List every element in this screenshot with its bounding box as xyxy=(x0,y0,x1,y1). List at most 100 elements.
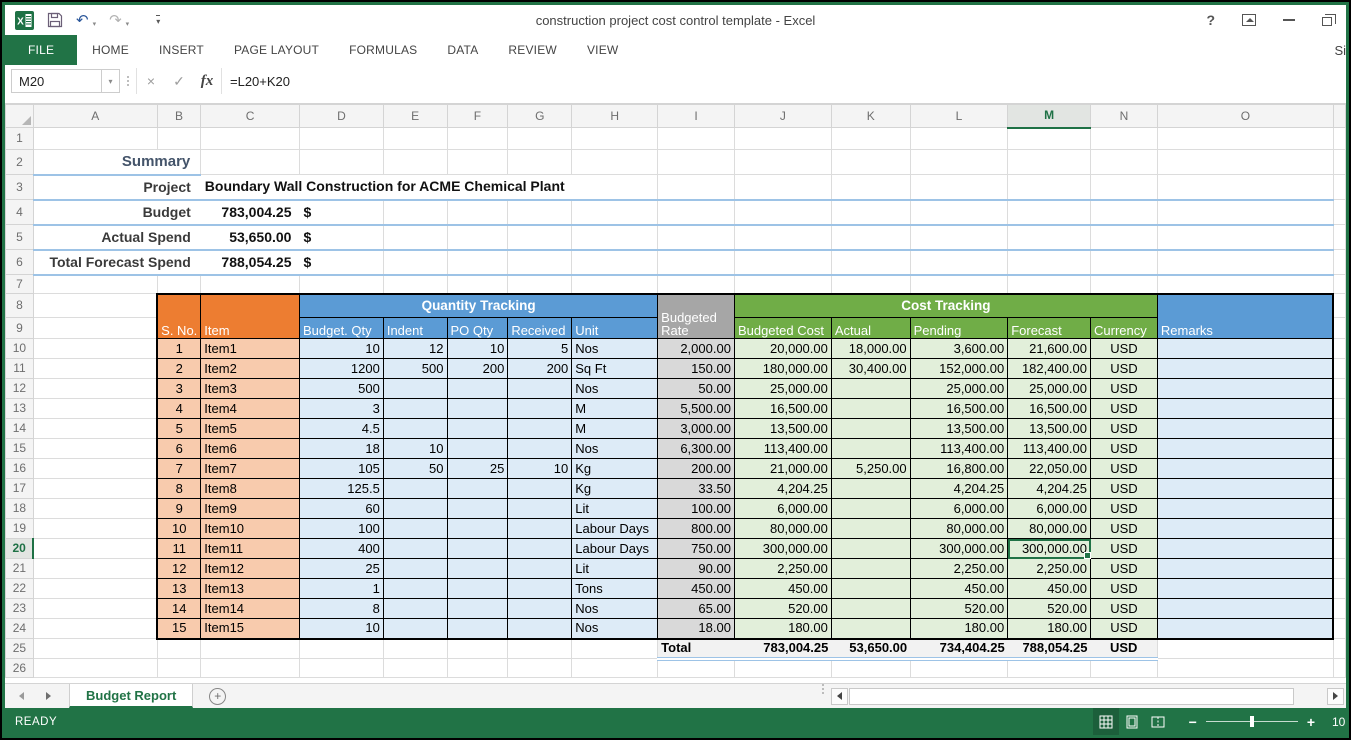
cell-G1[interactable] xyxy=(507,127,573,150)
cell-E14-indent[interactable] xyxy=(382,418,448,439)
col-header-F[interactable]: F xyxy=(446,104,509,128)
cell-M19-forecast[interactable]: 80,000.00 xyxy=(1007,518,1092,539)
cell-L5[interactable] xyxy=(909,224,1009,251)
summary-label-5[interactable]: Actual Spend xyxy=(33,224,201,251)
cell-N6[interactable] xyxy=(1090,249,1158,276)
cell-P18[interactable] xyxy=(1332,498,1346,519)
cell-I7[interactable] xyxy=(657,274,735,294)
cell-A14[interactable] xyxy=(32,418,158,439)
sheet-tab-budget-report[interactable]: Budget Report xyxy=(69,684,194,708)
cell-E23-indent[interactable] xyxy=(382,598,448,619)
cell-K1[interactable] xyxy=(830,127,911,150)
ribbon-tab-page-layout[interactable]: PAGE LAYOUT xyxy=(219,35,334,65)
row-header-3[interactable]: 3 xyxy=(5,174,34,200)
summary-unit-4[interactable]: $ xyxy=(299,199,384,226)
header-remarks[interactable]: Remarks xyxy=(1156,292,1335,339)
scroll-right-icon[interactable] xyxy=(1327,687,1344,705)
cell-F26[interactable] xyxy=(446,658,509,678)
cell-K23-actual[interactable] xyxy=(830,598,911,619)
cell-P25[interactable] xyxy=(1332,638,1346,659)
cell-K13-actual[interactable] xyxy=(830,398,911,419)
cell-O23-remarks[interactable] xyxy=(1156,598,1335,619)
cell-O11-remarks[interactable] xyxy=(1156,358,1335,379)
cell-F10-po-qty[interactable]: 10 xyxy=(446,338,509,359)
subheader-budgeted_cost[interactable]: Budgeted Cost xyxy=(733,317,832,339)
row-header-13[interactable]: 13 xyxy=(5,398,34,419)
cell-J13-budgeted-cost[interactable]: 16,500.00 xyxy=(733,398,832,419)
cell-O19-remarks[interactable] xyxy=(1156,518,1335,539)
cell-I5[interactable] xyxy=(657,224,735,251)
ribbon-tab-formulas[interactable]: FORMULAS xyxy=(334,35,432,65)
cell-O1[interactable] xyxy=(1156,127,1334,150)
cell-M14-forecast[interactable]: 13,500.00 xyxy=(1007,418,1092,439)
cell-P22[interactable] xyxy=(1332,578,1346,599)
cell-L14-pending[interactable]: 13,500.00 xyxy=(909,418,1009,439)
cell-J15-budgeted-cost[interactable]: 113,400.00 xyxy=(733,438,832,459)
cell-H7[interactable] xyxy=(571,274,659,294)
col-header-G[interactable]: G xyxy=(507,104,573,128)
row-header-16[interactable]: 16 xyxy=(5,458,34,479)
row-header-23[interactable]: 23 xyxy=(5,598,34,619)
cell-C17-item[interactable]: Item8 xyxy=(200,478,300,499)
cell-A26[interactable] xyxy=(32,658,158,678)
cell-J3[interactable] xyxy=(733,174,832,201)
cell-E20-indent[interactable] xyxy=(382,538,448,559)
subheader-unit[interactable]: Unit xyxy=(571,317,659,339)
row-header-8[interactable]: 8 xyxy=(5,293,34,318)
cell-K21-actual[interactable] xyxy=(830,558,911,579)
row-header-11[interactable]: 11 xyxy=(5,358,34,379)
cell-L26[interactable] xyxy=(909,658,1009,678)
subheader-received[interactable]: Received xyxy=(507,317,573,339)
cell-J4[interactable] xyxy=(733,199,832,226)
row-header-15[interactable]: 15 xyxy=(5,438,34,459)
cell-B15-sno[interactable]: 6 xyxy=(156,438,202,459)
cell-J7[interactable] xyxy=(733,274,832,294)
cell-N12-currency[interactable]: USD xyxy=(1090,378,1158,399)
total-forecast[interactable]: 788,054.25 xyxy=(1007,638,1091,661)
cell-H18-unit[interactable]: Lit xyxy=(571,498,659,519)
summary-unit-5[interactable]: $ xyxy=(299,224,384,251)
cell-L13-pending[interactable]: 16,500.00 xyxy=(909,398,1009,419)
cell-E16-indent[interactable]: 50 xyxy=(382,458,448,479)
next-sheet-icon[interactable] xyxy=(46,692,51,700)
cell-F5[interactable] xyxy=(446,224,509,251)
cell-O17-remarks[interactable] xyxy=(1156,478,1335,499)
header-item[interactable]: Item xyxy=(200,292,300,339)
cell-J26[interactable] xyxy=(733,658,832,678)
cell-P1[interactable] xyxy=(1332,127,1346,150)
cell-L23-pending[interactable]: 520.00 xyxy=(909,598,1009,619)
cell-O2[interactable] xyxy=(1156,149,1334,175)
cell-L11-pending[interactable]: 152,000.00 xyxy=(909,358,1009,379)
cell-H22-unit[interactable]: Tons xyxy=(571,578,659,599)
cell-O3[interactable] xyxy=(1156,174,1334,201)
cell-F6[interactable] xyxy=(446,249,509,276)
cell-N20-currency[interactable]: USD xyxy=(1090,538,1158,559)
cell-P9[interactable] xyxy=(1332,317,1346,339)
customize-quick-access-icon[interactable]: ▾ xyxy=(156,14,161,26)
cell-G24-received[interactable] xyxy=(507,618,573,640)
name-box[interactable]: M20 xyxy=(11,69,101,93)
cell-M12-forecast[interactable]: 25,000.00 xyxy=(1007,378,1092,399)
subheader-currency[interactable]: Currency xyxy=(1090,317,1158,339)
cell-J16-budgeted-cost[interactable]: 21,000.00 xyxy=(733,458,832,479)
cell-F11-po-qty[interactable]: 200 xyxy=(446,358,509,379)
cell-B19-sno[interactable]: 10 xyxy=(156,518,202,539)
cell-L12-pending[interactable]: 25,000.00 xyxy=(909,378,1009,399)
cell-P7[interactable] xyxy=(1332,274,1346,294)
cell-M11-forecast[interactable]: 182,400.00 xyxy=(1007,358,1092,379)
col-header-O[interactable]: O xyxy=(1156,104,1334,128)
cell-A20[interactable] xyxy=(32,538,158,559)
summary-label-3[interactable]: Project xyxy=(33,174,201,201)
cell-K2[interactable] xyxy=(830,149,911,175)
insert-function-icon[interactable]: fx xyxy=(193,73,221,90)
cell-C2[interactable] xyxy=(200,149,300,175)
row-header-1[interactable]: 1 xyxy=(5,127,34,150)
cell-I12-rate[interactable]: 50.00 xyxy=(657,378,735,399)
cell-I18-rate[interactable]: 100.00 xyxy=(657,498,735,519)
ribbon-tab-insert[interactable]: INSERT xyxy=(144,35,219,65)
cell-P19[interactable] xyxy=(1332,518,1346,539)
cell-M21-forecast[interactable]: 2,250.00 xyxy=(1007,558,1092,579)
cell-B1[interactable] xyxy=(156,127,202,150)
total-pending[interactable]: 734,404.25 xyxy=(910,638,1008,661)
cell-C23-item[interactable]: Item14 xyxy=(200,598,300,619)
